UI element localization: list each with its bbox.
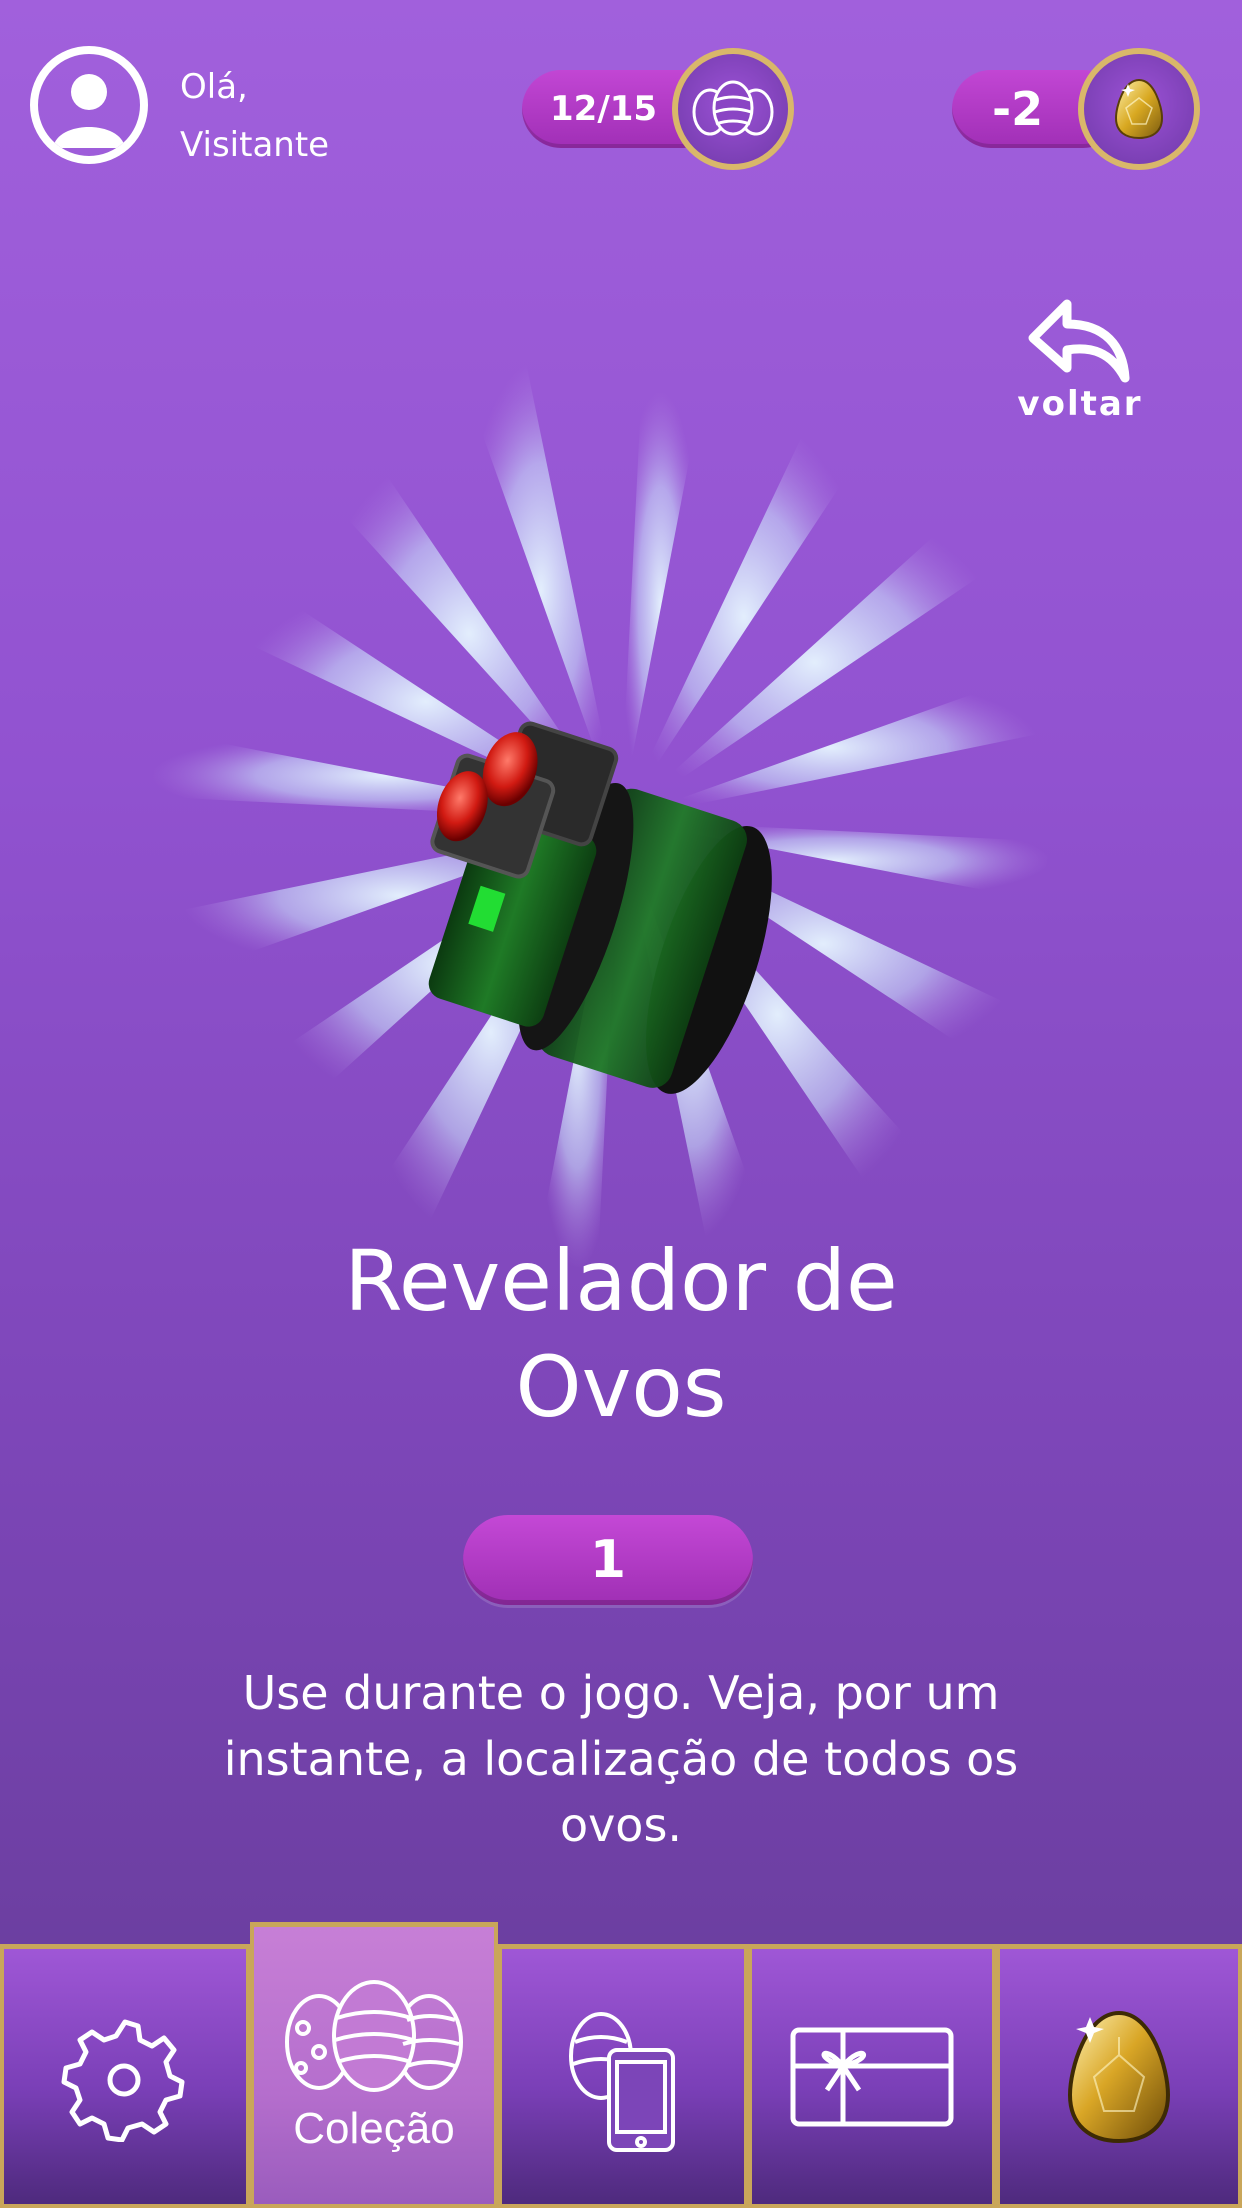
golden-egg-icon bbox=[1114, 78, 1164, 140]
eggs-collection-badge[interactable] bbox=[672, 48, 794, 170]
tab-egg-phone[interactable] bbox=[498, 1944, 748, 2208]
gear-icon bbox=[61, 2019, 185, 2142]
coins-badge[interactable] bbox=[1078, 48, 1200, 170]
eggs-collection-icon bbox=[692, 80, 774, 136]
tab-golden-egg[interactable] bbox=[996, 1944, 1242, 2208]
tab-collection[interactable]: Coleção bbox=[250, 1922, 498, 2208]
item-description: Use durante o jogo. Veja, por um instant… bbox=[150, 1660, 1092, 1858]
item-title-line-1: Revelador de bbox=[344, 1232, 898, 1330]
item-title-line-2: Ovos bbox=[515, 1338, 727, 1436]
eggs-counter: 12/15 bbox=[550, 89, 658, 129]
avatar[interactable] bbox=[30, 46, 148, 164]
coins-counter: -2 bbox=[992, 82, 1044, 136]
eggs-collection-icon bbox=[285, 1979, 463, 2092]
user-avatar-icon bbox=[53, 74, 125, 148]
item-quantity: 1 bbox=[589, 1530, 627, 1590]
item-description-line-2: instante, a localização de todos os bbox=[223, 1732, 1019, 1786]
greeting: Olá, Visitante bbox=[180, 58, 329, 174]
item-quantity-badge: 1 bbox=[463, 1515, 753, 1605]
binoculars-icon bbox=[428, 721, 772, 1094]
bottom-nav: Coleção bbox=[0, 1922, 1242, 2208]
tab-gift-card[interactable] bbox=[748, 1944, 996, 2208]
item-title: Revelador de Ovos bbox=[0, 1228, 1242, 1440]
gift-card-icon bbox=[790, 2027, 954, 2126]
tab-settings[interactable] bbox=[0, 1944, 250, 2208]
egg-phone-icon bbox=[569, 2011, 675, 2152]
tab-collection-label: Coleção bbox=[293, 2103, 455, 2153]
item-description-line-3: ovos. bbox=[559, 1798, 683, 1852]
golden-egg-icon bbox=[1067, 2010, 1171, 2143]
greeting-user-name: Visitante bbox=[180, 125, 330, 165]
item-description-line-1: Use durante o jogo. Veja, por um bbox=[242, 1666, 1000, 1720]
greeting-line-1: Olá, bbox=[180, 67, 248, 107]
